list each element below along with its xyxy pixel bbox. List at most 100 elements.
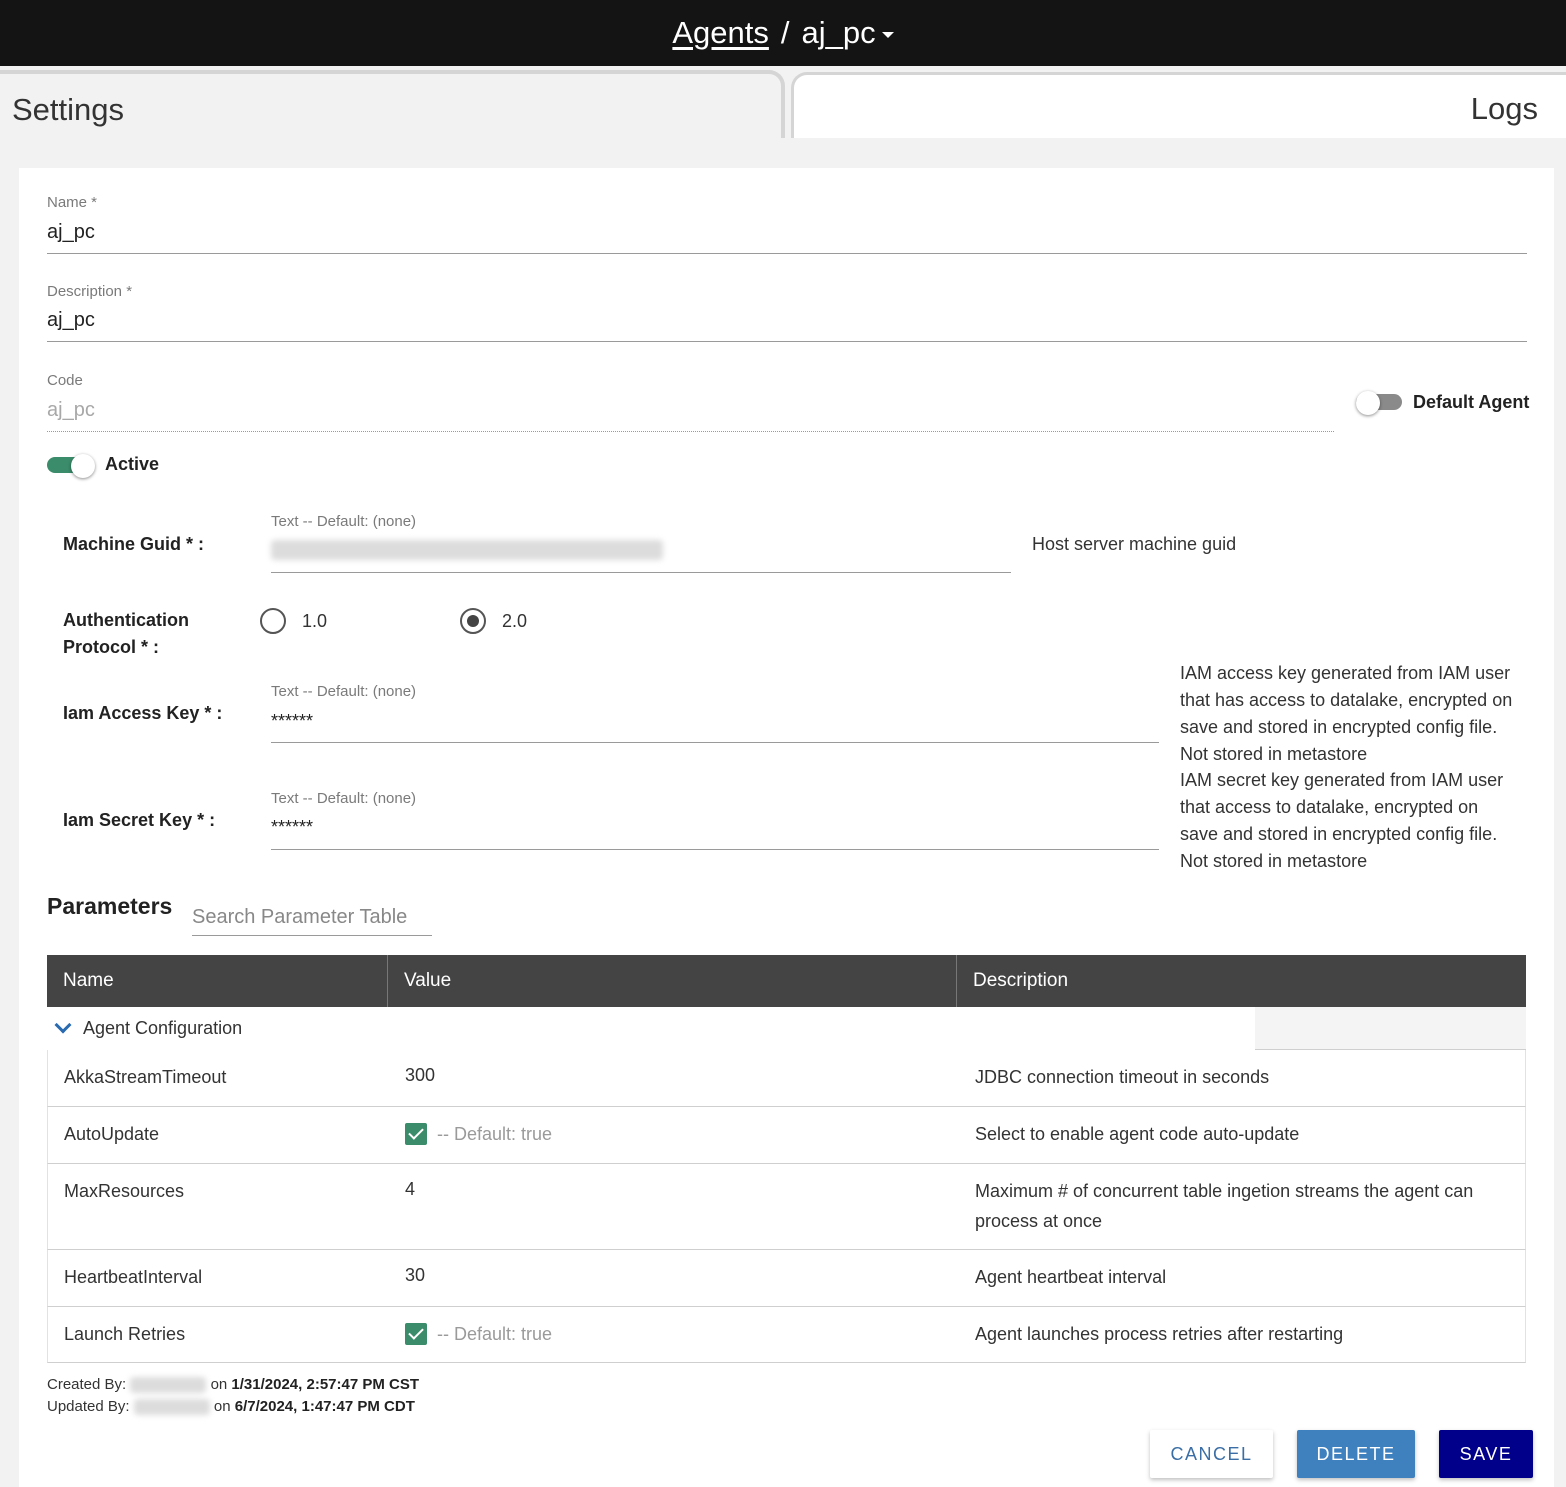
param-name: AutoUpdate	[64, 1124, 160, 1144]
caret-down-icon	[881, 31, 894, 38]
param-description-line: process at once	[975, 1211, 1103, 1231]
tab-settings[interactable]: Settings	[0, 70, 785, 138]
param-name: AkkaStreamTimeout	[64, 1067, 227, 1087]
param-description-line: Maximum # of concurrent table ingetion s…	[975, 1181, 1474, 1201]
iam-access-key-help-line: save and stored in encrypted config file…	[1180, 717, 1498, 737]
default-agent-toggle-thumb	[1356, 391, 1380, 415]
column-header-description[interactable]: Description	[957, 955, 1526, 1007]
auth-protocol-option-1-0: 1.0	[302, 611, 328, 631]
default-agent-label: Default Agent	[1413, 392, 1530, 412]
tab-bar: Settings Logs	[0, 66, 1566, 138]
tab-logs-label: Logs	[1470, 91, 1538, 126]
iam-secret-key-help-line: that access to datalake, encrypted on	[1180, 797, 1479, 817]
code-label: Code	[47, 372, 83, 389]
description-underline	[47, 341, 1527, 342]
table-row: MaxResources 4 Maximum # of concurrent t…	[47, 1164, 1526, 1250]
iam-access-key-input[interactable]: ******	[271, 711, 313, 732]
machine-guid-value-redacted[interactable]	[271, 540, 663, 560]
machine-guid-help: Host server machine guid	[1032, 534, 1237, 554]
table-row: Launch Retries -- Default: true Agent la…	[47, 1307, 1526, 1363]
param-description: Select to enable agent code auto-update	[975, 1124, 1300, 1144]
auth-protocol-radio-2-0[interactable]	[460, 608, 486, 634]
name-label: Name *	[47, 194, 98, 211]
machine-guid-hint: Text -- Default: (none)	[271, 513, 417, 530]
machine-guid-label: Machine Guid * :	[63, 534, 205, 554]
param-checkbox[interactable]	[405, 1323, 427, 1345]
tab-logs[interactable]: Logs	[791, 72, 1566, 138]
iam-access-key-help-line: Not stored in metastore	[1180, 744, 1368, 764]
table-row: HeartbeatInterval 30 Agent heartbeat int…	[47, 1250, 1526, 1307]
param-name: MaxResources	[64, 1181, 185, 1201]
top-bar: Agents / aj_pc	[0, 0, 1566, 66]
created-by-user-redacted	[130, 1377, 207, 1394]
created-by-label: Created By:	[47, 1376, 127, 1393]
settings-card: Name * aj_pc Description * aj_pc Code aj…	[19, 168, 1554, 1487]
iam-secret-key-help-line: Not stored in metastore	[1180, 851, 1368, 871]
table-header: Name Value Description	[47, 955, 1526, 1007]
code-underline	[47, 431, 1334, 432]
param-value[interactable]: 300	[405, 1060, 435, 1090]
iam-secret-key-help: IAM secret key generated from IAM user t…	[1180, 767, 1540, 875]
param-value[interactable]: 30	[405, 1260, 425, 1290]
description-input[interactable]: aj_pc	[47, 309, 95, 332]
param-name: HeartbeatInterval	[64, 1267, 203, 1287]
table-row: AutoUpdate -- Default: true Select to en…	[47, 1107, 1526, 1164]
param-value[interactable]: 4	[405, 1174, 415, 1204]
iam-secret-key-help-line: IAM secret key generated from IAM user	[1180, 770, 1504, 790]
active-label: Active	[105, 454, 160, 474]
iam-access-key-help-line: IAM access key generated from IAM user	[1180, 663, 1511, 683]
name-input[interactable]: aj_pc	[47, 221, 95, 244]
updated-by-line: Updated By: on 6/7/2024, 1:47:47 PM CDT	[47, 1398, 415, 1416]
tab-settings-label: Settings	[12, 92, 125, 127]
active-toggle[interactable]	[47, 454, 95, 478]
iam-access-key-help: IAM access key generated from IAM user t…	[1180, 660, 1540, 768]
param-description: Agent launches process retries after res…	[975, 1324, 1344, 1344]
param-checkbox[interactable]	[405, 1123, 427, 1145]
param-default-hint: -- Default: true	[437, 1124, 553, 1144]
iam-access-key-label: Iam Access Key * :	[63, 703, 223, 723]
column-header-name[interactable]: Name	[47, 955, 388, 1007]
agent-selector[interactable]: aj_pc	[802, 15, 894, 51]
param-default-hint: -- Default: true	[437, 1324, 553, 1344]
name-underline	[47, 253, 1527, 254]
iam-access-key-hint: Text -- Default: (none)	[271, 683, 417, 700]
created-at: 1/31/2024, 2:57:47 PM CST	[231, 1376, 420, 1393]
param-description: JDBC connection timeout in seconds	[975, 1067, 1270, 1087]
auth-protocol-label-line1: Authentication	[63, 610, 189, 630]
cancel-button[interactable]: CANCEL	[1150, 1430, 1273, 1478]
group-row-agent-configuration[interactable]: Agent Configuration	[47, 1007, 1526, 1050]
table-row: AkkaStreamTimeout 300 JDBC connection ti…	[47, 1050, 1526, 1107]
breadcrumb-current: aj_pc	[801, 15, 876, 50]
param-name: Launch Retries	[64, 1324, 186, 1344]
iam-secret-key-underline	[271, 849, 1159, 850]
created-by-line: Created By: on 1/31/2024, 2:57:47 PM CST	[47, 1376, 420, 1394]
param-description: Agent heartbeat interval	[975, 1267, 1167, 1287]
description-label: Description *	[47, 283, 133, 300]
created-on-label: on	[210, 1376, 228, 1393]
parameter-search-input[interactable]	[192, 899, 432, 936]
updated-at: 6/7/2024, 1:47:47 PM CDT	[234, 1398, 415, 1415]
iam-secret-key-label: Iam Secret Key * :	[63, 810, 216, 830]
parameters-title: Parameters	[47, 893, 173, 919]
group-label: Agent Configuration	[83, 1018, 243, 1038]
auth-protocol-radio-1-0[interactable]	[260, 608, 286, 634]
active-toggle-thumb	[71, 454, 95, 478]
iam-access-key-underline	[271, 742, 1159, 743]
code-input: aj_pc	[47, 399, 95, 421]
updated-by-user-redacted	[133, 1399, 210, 1416]
breadcrumb-agents-link[interactable]: Agents	[672, 15, 769, 51]
updated-by-label: Updated By:	[47, 1398, 130, 1415]
updated-on-label: on	[213, 1398, 231, 1415]
delete-button[interactable]: DELETE	[1297, 1430, 1415, 1478]
auth-protocol-label-line2: Protocol * :	[63, 637, 160, 657]
iam-secret-key-help-line: save and stored in encrypted config file…	[1180, 824, 1498, 844]
iam-access-key-help-line: that has access to datalake, encrypted o…	[1180, 690, 1513, 710]
auth-protocol-option-2-0: 2.0	[502, 611, 528, 631]
breadcrumb-separator: /	[780, 15, 790, 50]
column-header-value[interactable]: Value	[388, 955, 957, 1007]
iam-secret-key-input[interactable]: ******	[271, 817, 313, 838]
iam-secret-key-hint: Text -- Default: (none)	[271, 790, 417, 807]
default-agent-toggle[interactable]	[1356, 391, 1404, 415]
save-button[interactable]: SAVE	[1439, 1430, 1533, 1478]
machine-guid-underline	[271, 572, 1011, 573]
